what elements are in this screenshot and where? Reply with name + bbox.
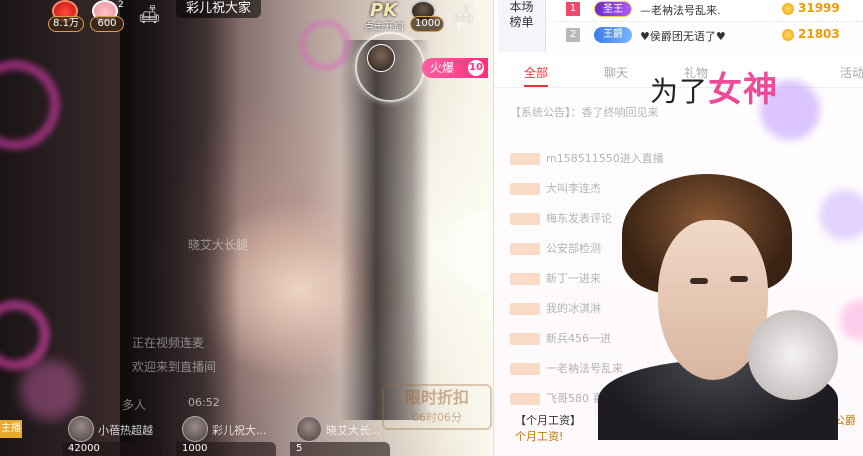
- bottom-rank-value: 42000: [62, 442, 162, 456]
- bottom-rank-item[interactable]: 晓艾大长... 5: [290, 414, 400, 456]
- chat-line: 【系统公告】：香了终响回见来: [510, 106, 659, 119]
- chat-line: 公安部检测: [510, 240, 601, 256]
- pig-count: 600: [90, 16, 124, 32]
- system-notice: 个月工资!: [515, 430, 564, 443]
- rank-name: ♥侯爵团无语了♥: [640, 30, 726, 43]
- bottom-rank-name: 晓艾大长...: [326, 424, 381, 437]
- system-notice: 【个月工资】: [515, 414, 581, 427]
- rank-row[interactable]: 1 圣王 —老衲法号乱来. 31999: [550, 0, 863, 22]
- bottom-rank-strip: 小蓓热超越 42000 彩儿祝大... 1000 晓艾大长... 5: [0, 414, 493, 456]
- character-eye: [690, 278, 708, 284]
- pk-value: 1000: [410, 16, 444, 32]
- rank-board-label: 本场 榜单: [498, 0, 546, 52]
- gift-effect-character: [598, 160, 838, 440]
- chat-line: 新丁一进来: [510, 270, 601, 286]
- gift-effect-prefix: 为了: [650, 75, 709, 108]
- chat-line: 梅东发表评论: [510, 210, 612, 226]
- rank-label-line1: 本场: [509, 0, 534, 14]
- limited-offer-title: 限时折扣: [404, 388, 469, 407]
- clock-text: 06:52: [188, 396, 220, 409]
- bottom-rank-item[interactable]: 小蓓热超越 42000: [62, 414, 172, 456]
- guest-avatar: [367, 44, 395, 72]
- heart-effect: [452, 210, 493, 290]
- help-icon[interactable]: ?: [456, 20, 462, 33]
- video-backdrop-left: [120, 0, 240, 456]
- fans-count: 8.1万: [48, 16, 84, 32]
- rank-label-line2: 榜单: [509, 15, 534, 29]
- rank-badge: 王爵: [594, 27, 632, 43]
- gift-effect-text: 为了女神: [650, 62, 778, 111]
- bottom-rank-item[interactable]: 彩儿祝大... 1000: [176, 414, 286, 456]
- rank-number: 2: [566, 28, 580, 42]
- character-fur: [748, 310, 838, 400]
- chat-line: 我的冰淇淋: [510, 300, 601, 316]
- welcome-text: 欢迎来到直播间: [132, 360, 217, 374]
- sofa-badge: 2: [474, 0, 480, 10]
- rank-name: —老衲法号乱来.: [640, 4, 721, 17]
- rank-score: 21803: [798, 27, 840, 41]
- tab-activity[interactable]: 活动: [840, 64, 863, 81]
- bottom-rank-value: 5: [290, 442, 390, 456]
- coin-icon: [782, 3, 794, 15]
- character-eye: [730, 276, 748, 282]
- multi-people-text: 多人: [122, 398, 147, 412]
- hot-label: 火爆: [430, 61, 455, 75]
- glow-effect: [20, 360, 80, 420]
- bottom-rank-value: 1000: [176, 442, 276, 456]
- avatar: [68, 416, 94, 442]
- hot-count: 10: [468, 60, 484, 76]
- rank-score: 31999: [798, 1, 840, 15]
- guest-ring[interactable]: [355, 32, 425, 102]
- stage-topbar: 8.1万 2 600 🛋 彩儿祝大家 PK 点击开启 1000 🛋 2 ?: [0, 0, 493, 36]
- chat-line: 新兵456一进: [510, 330, 611, 346]
- tab-all[interactable]: 全部: [524, 64, 549, 87]
- bottom-rank-name: 小蓓热超越: [98, 424, 153, 437]
- pk-subtitle[interactable]: 点击开启: [364, 18, 404, 33]
- room-title: 彩儿祝大家: [176, 0, 262, 18]
- hot-badge[interactable]: 火爆 10: [422, 58, 488, 78]
- glow-effect: [0, 300, 50, 370]
- gift-effect-highlight: 女神: [708, 70, 779, 110]
- tab-chat[interactable]: 聊天: [604, 64, 628, 81]
- rank-badge: 圣王: [594, 1, 632, 17]
- sofa-icon[interactable]: 🛋: [138, 4, 161, 25]
- bottom-rank-name: 彩儿祝大...: [212, 424, 267, 437]
- video-link-text: 正在视频连麦: [132, 336, 205, 350]
- video-stage[interactable]: 8.1万 2 600 🛋 彩儿祝大家 PK 点击开启 1000 🛋 2 ? 火爆…: [0, 0, 493, 456]
- coin-icon: [782, 29, 794, 41]
- avatar: [182, 416, 208, 442]
- pig-badge: 2: [118, 0, 124, 10]
- glow-effect: [0, 60, 60, 150]
- rank-row[interactable]: 2 王爵 ♥侯爵团无语了♥ 21803: [550, 26, 863, 48]
- rank-number: 1: [566, 2, 580, 16]
- avatar: [296, 416, 322, 442]
- viewer-name: 晓艾大长腿: [188, 238, 249, 252]
- chat-line: 大叫李连杰: [510, 180, 601, 196]
